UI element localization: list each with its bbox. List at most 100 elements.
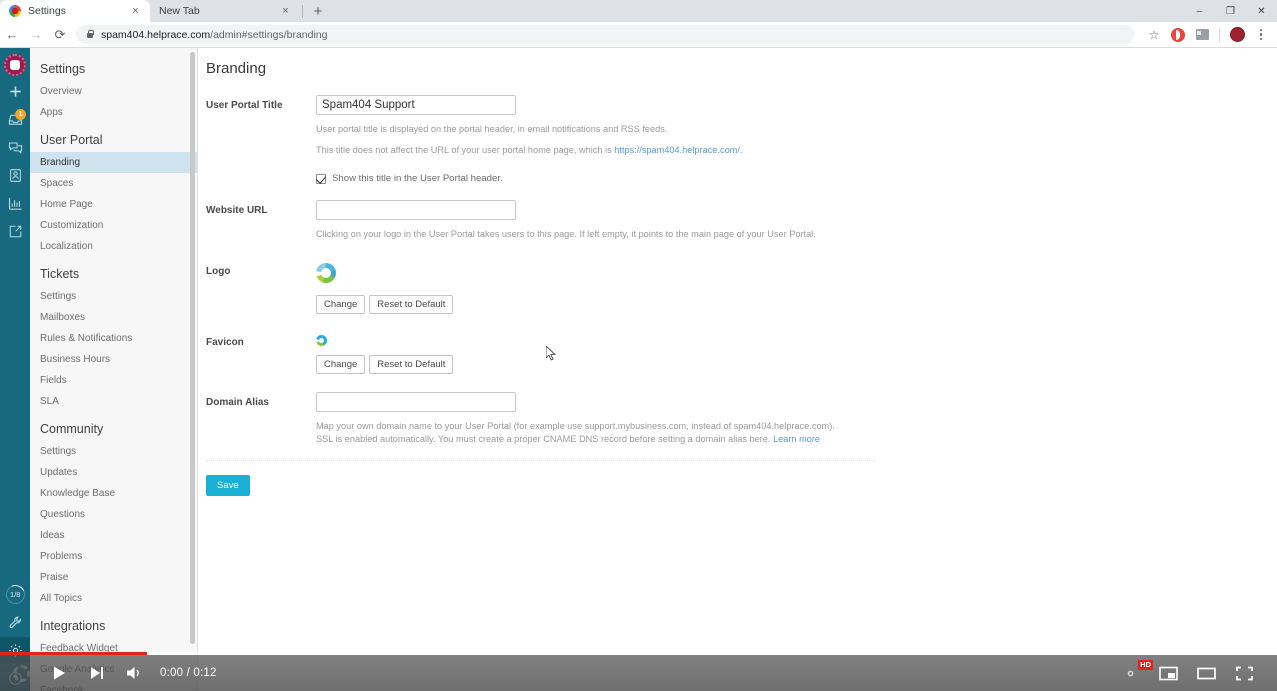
forward-button[interactable]: → — [24, 22, 48, 48]
field-favicon: Favicon Change Reset to Default — [206, 332, 1277, 374]
tab-title: New Tab — [159, 5, 200, 17]
logo-reset-button[interactable]: Reset to Default — [369, 295, 454, 314]
domain-alias-hint: Map your own domain name to your User Po… — [316, 420, 841, 446]
sidebar-item-all-topics[interactable]: All Topics — [30, 588, 197, 609]
onboarding-progress[interactable]: 1/8 — [0, 581, 30, 607]
helprace-favicon-icon — [9, 5, 21, 17]
inbox-badge: 1 — [15, 109, 26, 120]
sidebar-item-knowledge-base[interactable]: Knowledge Base — [30, 483, 197, 504]
theater-mode-icon[interactable] — [1187, 655, 1225, 691]
sidebar-groups: Settings Overview Apps User Portal Brand… — [30, 52, 197, 691]
website-url-input[interactable] — [316, 200, 516, 220]
hint-text-pre: This title does not affect the URL of yo… — [316, 145, 615, 155]
user-portal-url-link[interactable]: https://spam404.helprace.com/ — [614, 145, 740, 155]
back-button[interactable]: ← — [0, 22, 24, 48]
sidebar-item-community-settings[interactable]: Settings — [30, 441, 197, 462]
learn-more-link[interactable]: Learn more — [773, 434, 820, 444]
tab-close-icon[interactable]: × — [129, 5, 142, 18]
sidebar-item-fields[interactable]: Fields — [30, 370, 197, 391]
field-logo: Logo Change Reset to Default — [206, 261, 1277, 314]
toolbar-divider — [1219, 27, 1220, 42]
domain-alias-input[interactable] — [316, 392, 516, 412]
next-icon[interactable] — [78, 655, 116, 691]
sidebar-item-rules-notifications[interactable]: Rules & Notifications — [30, 328, 197, 349]
sidebar-item-ideas[interactable]: Ideas — [30, 525, 197, 546]
sidebar-group-user-portal: User Portal Branding Spaces Home Page Cu… — [30, 123, 197, 257]
video-control-bar: 0:00 / 0:12 HD — [0, 655, 1277, 691]
logo-preview-icon — [316, 263, 336, 283]
sidebar-item-localization[interactable]: Localization — [30, 236, 197, 257]
reports-chart-icon[interactable] — [0, 190, 30, 216]
sidebar-group-title: Integrations — [40, 619, 106, 633]
user-portal-title-input[interactable] — [316, 95, 516, 115]
open-external-icon[interactable] — [0, 218, 30, 244]
sidebar-item-customization[interactable]: Customization — [30, 215, 197, 236]
browser-window: Settings × New Tab × + – ❐ ✕ ← → ⟳ spam4… — [0, 0, 1277, 691]
sidebar-item-questions[interactable]: Questions — [30, 504, 197, 525]
sidebar-item-problems[interactable]: Problems — [30, 546, 197, 567]
star-icon[interactable]: ☆ — [1142, 22, 1166, 48]
mouse-cursor — [546, 346, 556, 361]
wrench-icon[interactable] — [0, 609, 30, 635]
sidebar-item-overview[interactable]: Overview — [30, 81, 197, 102]
reload-button[interactable]: ⟳ — [48, 22, 72, 48]
sidebar-item-business-hours[interactable]: Business Hours — [30, 349, 197, 370]
volume-icon[interactable] — [116, 655, 154, 691]
website-url-hint: Clicking on your logo in the User Portal… — [316, 229, 816, 239]
sidebar-group-settings: Settings Overview Apps — [30, 52, 197, 123]
section-divider — [206, 460, 876, 461]
show-title-checkbox-label: Show this title in the User Portal heade… — [332, 173, 503, 184]
save-button[interactable]: Save — [206, 475, 250, 496]
window-close-button[interactable]: ✕ — [1246, 0, 1277, 22]
miniplayer-icon[interactable] — [1149, 655, 1187, 691]
sidebar-group-title: User Portal — [40, 133, 103, 147]
show-title-checkbox[interactable] — [316, 173, 326, 184]
settings-gear-icon[interactable]: HD — [1111, 655, 1153, 691]
sidebar-item-praise[interactable]: Praise — [30, 567, 197, 588]
contacts-icon[interactable] — [0, 162, 30, 188]
avatar[interactable] — [1225, 22, 1249, 48]
add-icon[interactable] — [0, 78, 30, 104]
kebab-menu-icon[interactable] — [1249, 22, 1273, 48]
sidebar-item-apps[interactable]: Apps — [30, 102, 197, 123]
extension-shield-icon[interactable] — [1166, 22, 1190, 48]
website-url-label: Website URL — [206, 205, 268, 216]
sidebar-item-sla[interactable]: SLA — [30, 391, 197, 412]
sidebar-item-spaces[interactable]: Spaces — [30, 173, 197, 194]
page-title: Branding — [206, 60, 267, 77]
tab-new-tab[interactable]: New Tab × — [150, 0, 300, 22]
tab-settings[interactable]: Settings × — [0, 0, 150, 22]
sidebar-item-updates[interactable]: Updates — [30, 462, 197, 483]
video-quality-badge: HD — [1138, 660, 1153, 670]
favicon-change-button[interactable]: Change — [316, 355, 366, 374]
hint-text-post: . — [739, 145, 743, 155]
sidebar-item-mailboxes[interactable]: Mailboxes — [30, 307, 197, 328]
hint-text: Map your own domain name to your User Po… — [316, 421, 835, 444]
new-tab-button[interactable]: + — [305, 0, 331, 22]
chat-icon[interactable] — [0, 134, 30, 160]
inbox-icon[interactable]: 1 — [0, 106, 30, 132]
tab-close-icon[interactable]: × — [279, 5, 292, 18]
favicon-label: Favicon — [206, 337, 244, 348]
video-spinner-icon — [2, 655, 40, 691]
show-title-checkbox-row[interactable]: Show this title in the User Portal heade… — [316, 173, 1277, 184]
fullscreen-icon[interactable] — [1225, 655, 1263, 691]
favicon-reset-button[interactable]: Reset to Default — [369, 355, 454, 374]
sidebar-scrollbar[interactable] — [190, 52, 195, 644]
window-minimize-button[interactable]: – — [1184, 0, 1215, 22]
sidebar-item-branding[interactable]: Branding — [30, 152, 197, 173]
app-body: 1 1/8 Settings Overview Apps User Portal… — [0, 48, 1277, 691]
user-portal-title-label: User Portal Title — [206, 100, 283, 111]
app-logo-icon[interactable] — [4, 54, 26, 76]
address-bar[interactable]: spam404.helprace.com/admin#settings/bran… — [76, 25, 1134, 44]
video-time-display: 0:00 / 0:12 — [160, 667, 217, 679]
onboarding-progress-label: 1/8 — [9, 589, 21, 599]
tab-strip: Settings × New Tab × + – ❐ ✕ — [0, 0, 1277, 22]
sidebar-item-home-page[interactable]: Home Page — [30, 194, 197, 215]
play-icon[interactable] — [40, 655, 78, 691]
sidebar-item-tickets-settings[interactable]: Settings — [30, 286, 197, 307]
logo-change-button[interactable]: Change — [316, 295, 366, 314]
url-path: /admin#settings/branding — [210, 28, 328, 41]
extension-generic-icon[interactable] — [1190, 22, 1214, 48]
window-maximize-button[interactable]: ❐ — [1215, 0, 1246, 22]
